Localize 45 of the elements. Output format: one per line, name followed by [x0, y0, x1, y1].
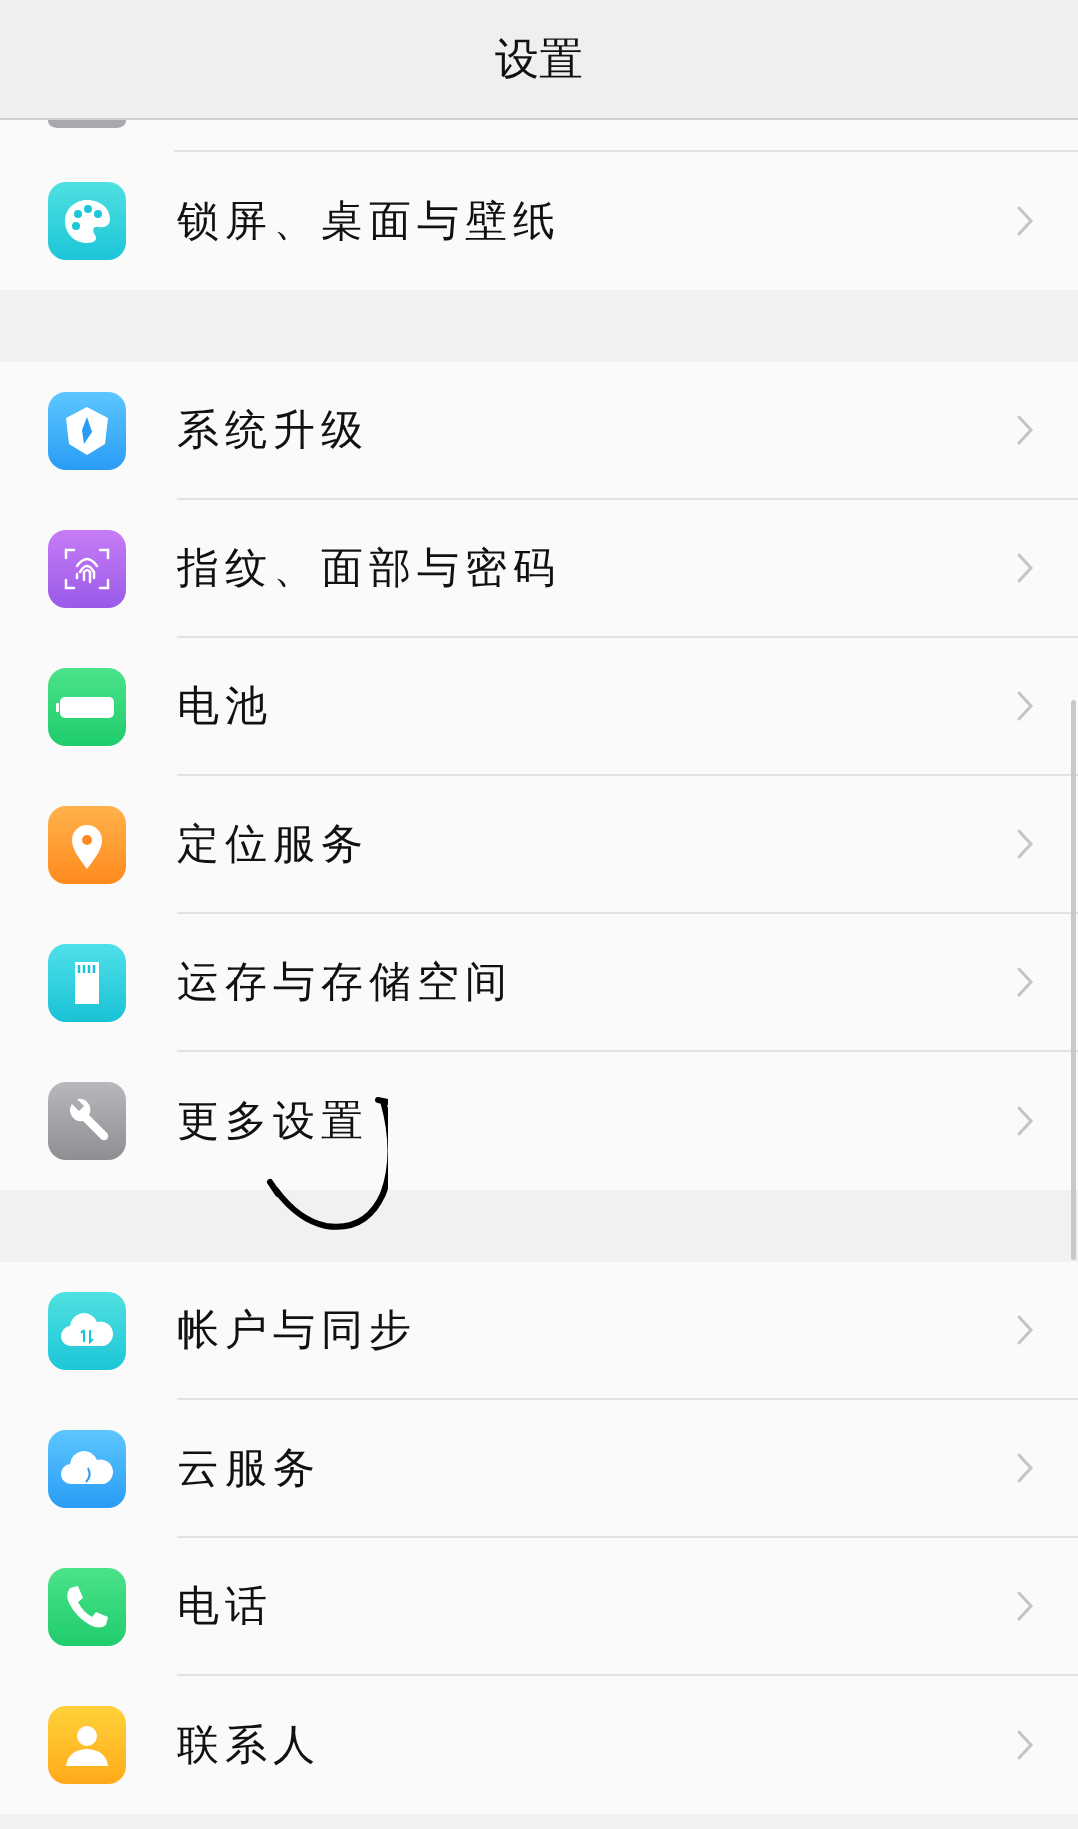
settings-label: 联系人: [177, 1719, 321, 1771]
memory-card-icon: [48, 944, 126, 1022]
chevron-right-icon: [1016, 552, 1034, 584]
settings-label: 更多设置: [177, 1095, 369, 1147]
cloud-icon: [48, 1430, 126, 1508]
settings-label: 电池: [177, 680, 273, 732]
settings-label: 帐户与同步: [177, 1304, 417, 1356]
settings-label: 指纹、面部与密码: [177, 542, 561, 594]
settings-item[interactable]: 锁屏、桌面与壁纸: [0, 152, 1078, 290]
settings-item[interactable]: 系统升级: [0, 362, 1078, 500]
settings-item[interactable]: 运存与存储空间: [0, 914, 1078, 1052]
settings-item[interactable]: 更多设置: [0, 1052, 1078, 1190]
chevron-right-icon: [1016, 828, 1034, 860]
battery-icon: [48, 668, 126, 746]
cloud-sync-icon: [48, 1292, 126, 1370]
settings-item[interactable]: 电池: [0, 638, 1078, 776]
settings-label: 定位服务: [177, 818, 369, 870]
chevron-right-icon: [1016, 1729, 1034, 1761]
chevron-right-icon: [1016, 1590, 1034, 1622]
settings-item[interactable]: 定位服务: [0, 776, 1078, 914]
settings-label: 云服务: [177, 1442, 321, 1494]
fingerprint-icon: [48, 530, 126, 608]
chevron-right-icon: [1016, 414, 1034, 446]
settings-item[interactable]: 指纹、面部与密码: [0, 500, 1078, 638]
settings-item[interactable]: 电话: [0, 1538, 1078, 1676]
chevron-right-icon: [1016, 690, 1034, 722]
chevron-right-icon: [1016, 1105, 1034, 1137]
shield-icon: [48, 392, 126, 470]
location-pin-icon: [48, 806, 126, 884]
settings-item[interactable]: 帐户与同步: [0, 1262, 1078, 1400]
settings-label: 锁屏、桌面与壁纸: [177, 195, 561, 247]
wrench-icon: [48, 1082, 126, 1160]
phone-icon: [48, 1568, 126, 1646]
chevron-right-icon: [1016, 205, 1034, 237]
settings-label: 系统升级: [177, 404, 369, 456]
chevron-right-icon: [1016, 966, 1034, 998]
palette-icon: [48, 182, 126, 260]
chevron-right-icon: [1016, 1314, 1034, 1346]
chevron-right-icon: [1016, 1452, 1034, 1484]
settings-label: 运存与存储空间: [177, 956, 513, 1008]
settings-label: 电话: [177, 1580, 273, 1632]
person-icon: [48, 1706, 126, 1784]
screen-title: 设置: [495, 31, 583, 86]
settings-item[interactable]: 云服务: [0, 1400, 1078, 1538]
settings-item[interactable]: 联系人: [0, 1676, 1078, 1814]
